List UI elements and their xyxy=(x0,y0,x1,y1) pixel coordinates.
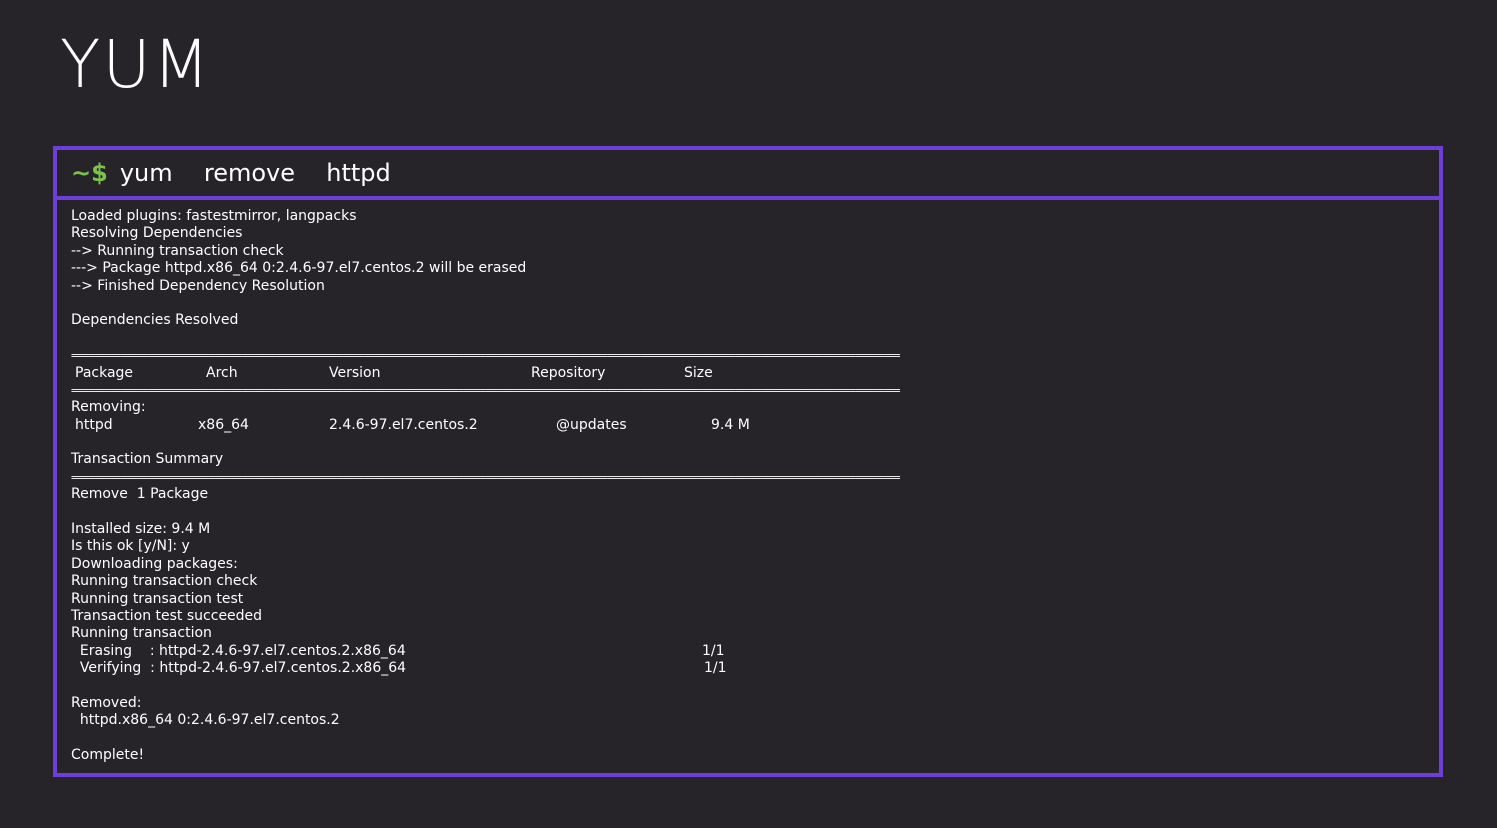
step-progress: 1/1 xyxy=(702,642,725,659)
step-row-verifying: Verifying : httpd-2.4.6-97.el7.centos.2.… xyxy=(71,660,1425,677)
removed-item: httpd.x86_64 0:2.4.6-97.el7.centos.2 xyxy=(71,712,340,729)
step-progress: 1/1 xyxy=(704,660,727,677)
step-action: Verifying : httpd-2.4.6-97.el7.centos.2.… xyxy=(71,660,407,677)
transaction-summary-line: Transaction Summary xyxy=(71,451,224,468)
output-line: Running transaction check xyxy=(71,573,258,590)
step-action: Erasing : httpd-2.4.6-97.el7.centos.2.x8… xyxy=(71,642,406,659)
cell-arch: x86_64 xyxy=(198,416,249,433)
output-line: Installed size: 9.4 M xyxy=(71,521,211,538)
terminal-window: ~$ yum remove httpd Loaded plugins: fast… xyxy=(53,146,1443,777)
output-line: ---> Package httpd.x86_64 0:2.4.6-97.el7… xyxy=(71,260,527,277)
output-line: Running transaction xyxy=(71,625,212,642)
table-header-row: Package Arch Version Repository Size xyxy=(71,365,1425,382)
command-text: yum remove httpd xyxy=(119,159,391,187)
table-row: httpd x86_64 2.4.6-97.el7.centos.2 @upda… xyxy=(71,417,1425,434)
column-header-arch: Arch xyxy=(206,364,238,381)
output-line: --> Finished Dependency Resolution xyxy=(71,277,325,294)
output-line: Downloading packages: xyxy=(71,555,238,572)
output-line: --> Running transaction check xyxy=(71,242,284,259)
removed-label: Removed: xyxy=(71,694,142,711)
column-header-package: Package xyxy=(75,364,134,381)
cell-version: 2.4.6-97.el7.centos.2 xyxy=(329,416,478,433)
output-line: Resolving Dependencies xyxy=(71,225,243,242)
remove-count-line: Remove 1 Package xyxy=(71,486,209,503)
output-line: Transaction test succeeded xyxy=(71,607,263,624)
terminal-output: Loaded plugins: fastestmirror, langpacks… xyxy=(71,208,1425,765)
separator-line: ========================================… xyxy=(71,470,900,484)
output-line: Is this ok [y/N]: y xyxy=(71,538,190,555)
output-line: Running transaction test xyxy=(71,590,244,607)
cell-size: 9.4 M xyxy=(711,416,750,433)
column-header-version: Version xyxy=(329,364,381,381)
prompt-symbol: ~$ xyxy=(71,159,108,187)
deps-resolved-line: Dependencies Resolved xyxy=(71,312,239,329)
removing-label: Removing: xyxy=(71,399,146,416)
step-row-erasing: Erasing : httpd-2.4.6-97.el7.centos.2.x8… xyxy=(71,643,1425,660)
separator-line: ========================================… xyxy=(71,383,900,397)
column-header-size: Size xyxy=(684,364,713,381)
output-line: Loaded plugins: fastestmirror, langpacks xyxy=(71,208,357,224)
cell-repository: @updates xyxy=(556,416,627,433)
page-title: YUM xyxy=(60,26,212,103)
command-bar: ~$ yum remove httpd xyxy=(57,150,1439,200)
column-header-repository: Repository xyxy=(531,364,606,381)
separator-line: ========================================… xyxy=(71,349,900,363)
complete-line: Complete! xyxy=(71,747,145,764)
cell-package: httpd xyxy=(75,416,113,433)
